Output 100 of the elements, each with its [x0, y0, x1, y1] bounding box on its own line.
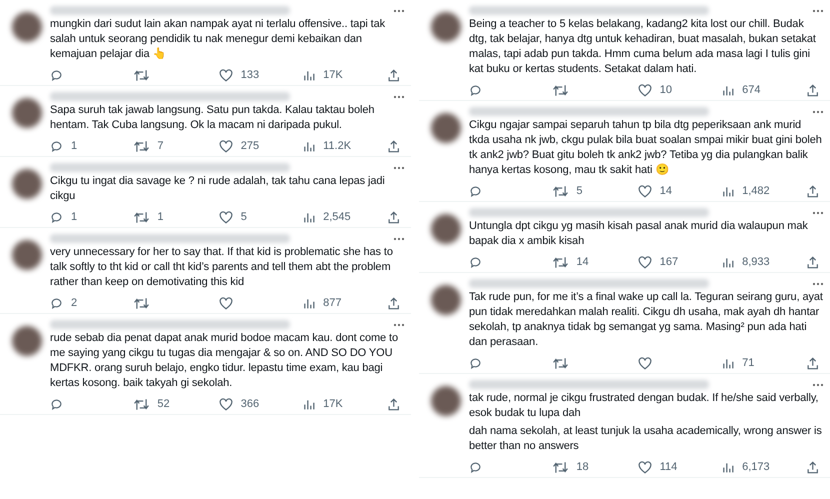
- more-icon[interactable]: [812, 210, 824, 214]
- retweet-icon[interactable]: [134, 68, 150, 82]
- like-count: 275: [240, 140, 260, 152]
- share-icon[interactable]: [388, 68, 399, 82]
- share-icon[interactable]: [388, 296, 399, 310]
- reply-icon[interactable]: [50, 210, 63, 224]
- like-count: 10: [660, 84, 672, 96]
- share-icon[interactable]: [806, 256, 818, 268]
- reply-icon[interactable]: [469, 356, 482, 370]
- more-icon[interactable]: [393, 94, 405, 98]
- heart-icon[interactable]: [638, 460, 652, 474]
- tweet-text: very unnecessary for her to say that. If that kid is problematic she has to talk softly to tht kid or call tht kid’s parents and tell them abt the problem rather than keep on demotivating this kid: [50, 245, 394, 290]
- tweet-text: Being a teacher to 5 kelas belakang, kadang2 kita lost our chill. Budak dtg, tak belajar, hanya dtg untuk kehadiran, buat masalah, bukan setakat malas, tapi adab pun takda. Hmm cuma belum ada masa lagi I tulis gini kat buku or kertas students. Setakat dalam hati.: [469, 17, 817, 77]
- reply-icon[interactable]: [50, 296, 63, 310]
- heart-icon[interactable]: [638, 256, 652, 268]
- view-count: 1,482: [742, 185, 770, 197]
- retweet-icon[interactable]: [134, 140, 150, 152]
- avatar[interactable]: [431, 214, 461, 244]
- views-icon[interactable]: [722, 357, 734, 369]
- retweet-icon[interactable]: [553, 356, 568, 370]
- heart-icon[interactable]: [218, 296, 233, 310]
- more-icon[interactable]: [393, 8, 405, 12]
- heart-icon[interactable]: [218, 140, 233, 152]
- avatar[interactable]: [12, 326, 42, 356]
- view-count: 17K: [323, 398, 343, 410]
- like-count: 14: [660, 185, 672, 197]
- views-icon[interactable]: [303, 69, 316, 81]
- retweet-count: 1: [157, 211, 164, 223]
- views-icon[interactable]: [722, 256, 734, 268]
- reply-icon[interactable]: [50, 68, 63, 82]
- share-icon[interactable]: [806, 460, 818, 474]
- like-count: 167: [660, 256, 678, 268]
- reply-count: 2: [71, 297, 78, 309]
- like-count: 366: [240, 398, 260, 410]
- heart-icon[interactable]: [638, 184, 652, 198]
- reply-icon[interactable]: [50, 398, 63, 410]
- heart-icon[interactable]: [218, 68, 233, 82]
- avatar[interactable]: [12, 240, 42, 270]
- more-icon[interactable]: [812, 110, 824, 114]
- share-icon[interactable]: [388, 210, 399, 224]
- avatar[interactable]: [431, 386, 461, 416]
- retweet-count: 18: [576, 461, 589, 473]
- views-icon[interactable]: [722, 84, 734, 96]
- views-icon[interactable]: [303, 398, 316, 410]
- heart-icon[interactable]: [218, 210, 233, 224]
- reply-count: 1: [71, 211, 78, 223]
- retweet-count: 52: [157, 398, 170, 410]
- retweet-icon[interactable]: [553, 460, 568, 474]
- more-icon[interactable]: [393, 322, 405, 326]
- view-count: 8,933: [742, 256, 770, 268]
- more-icon[interactable]: [393, 236, 405, 240]
- share-icon[interactable]: [388, 398, 399, 410]
- tweet-text: mungkin dari sudut lain akan nampak ayat ni terlalu offensive.. tapi tak salah untuk seorang pendidik tu nak menegur demi kebaikan dan kemajuan pelajar dia 👆: [50, 17, 386, 62]
- reply-icon[interactable]: [469, 84, 482, 96]
- retweet-count: 14: [576, 256, 589, 268]
- tweet-text: Sapa suruh tak jawab langsung. Satu pun takda. Kalau taktau boleh hentam. Tak Cuba langsung. Ok la macam ni daripada pukul.: [50, 103, 376, 133]
- tweet-text: Cikgu tu ingat dia savage ke ? ni rude adalah, tak tahu cana lepas jadi cikgu: [50, 174, 386, 204]
- tweet-text: Tak rude pun, for me it’s a final wake up call la. Teguran seirang guru, ayat pun tidak meredahkan malah realiti. Cikgu dh usaha, mak ayah dh hantar sekolah, tp anaknya tidak bg semangat yg sama. Masing² pun ada hati dan perasaan.: [469, 290, 824, 350]
- reply-icon[interactable]: [469, 256, 482, 268]
- heart-icon[interactable]: [638, 84, 652, 96]
- retweet-icon[interactable]: [553, 184, 568, 198]
- view-count: 11.2K: [323, 140, 352, 152]
- share-icon[interactable]: [806, 184, 818, 198]
- tweet-text: Untungla dpt cikgu yg masih kisah pasal anak murid dia walaupun mak bapak dia x ambik kisah: [469, 219, 809, 249]
- share-icon[interactable]: [806, 356, 818, 370]
- reply-icon[interactable]: [469, 460, 482, 474]
- more-icon[interactable]: [812, 382, 824, 386]
- avatar[interactable]: [431, 12, 461, 42]
- avatar[interactable]: [12, 169, 42, 199]
- avatar[interactable]: [431, 113, 461, 143]
- views-icon[interactable]: [303, 211, 316, 223]
- views-icon[interactable]: [303, 140, 316, 152]
- more-icon[interactable]: [812, 8, 824, 12]
- retweet-icon[interactable]: [134, 296, 150, 310]
- heart-icon[interactable]: [218, 398, 233, 410]
- views-icon[interactable]: [303, 297, 316, 309]
- retweet-count: 5: [576, 185, 582, 197]
- retweet-count: 7: [157, 140, 164, 152]
- retweet-icon[interactable]: [134, 210, 150, 224]
- view-count: 2,545: [323, 211, 351, 223]
- like-count: 114: [660, 461, 678, 473]
- reply-icon[interactable]: [50, 140, 63, 152]
- views-icon[interactable]: [722, 461, 734, 473]
- reply-count: 1: [71, 140, 78, 152]
- more-icon[interactable]: [393, 166, 405, 170]
- retweet-icon[interactable]: [553, 84, 568, 96]
- retweet-icon[interactable]: [134, 398, 150, 410]
- views-icon[interactable]: [722, 185, 734, 197]
- more-icon[interactable]: [812, 282, 824, 286]
- retweet-icon[interactable]: [553, 256, 568, 268]
- view-count: 674: [742, 84, 760, 96]
- heart-icon[interactable]: [638, 356, 652, 370]
- reply-icon[interactable]: [469, 184, 482, 198]
- share-icon[interactable]: [806, 84, 818, 96]
- tweet-text: rude sebab dia penat dapat anak murid bodoe macam kau. dont come to me saying yang cikgu tu tugas dia mengajar & so on. AND SO DO YOU MDFKR. orang suruh belajo, engko tidur. lepastu time exam, kau bagi kertas kosong. baik takyah gi sekolah.: [50, 331, 399, 391]
- avatar[interactable]: [12, 12, 42, 42]
- avatar[interactable]: [431, 285, 461, 315]
- like-count: 133: [240, 69, 260, 81]
- avatar[interactable]: [12, 98, 42, 128]
- share-icon[interactable]: [388, 140, 399, 152]
